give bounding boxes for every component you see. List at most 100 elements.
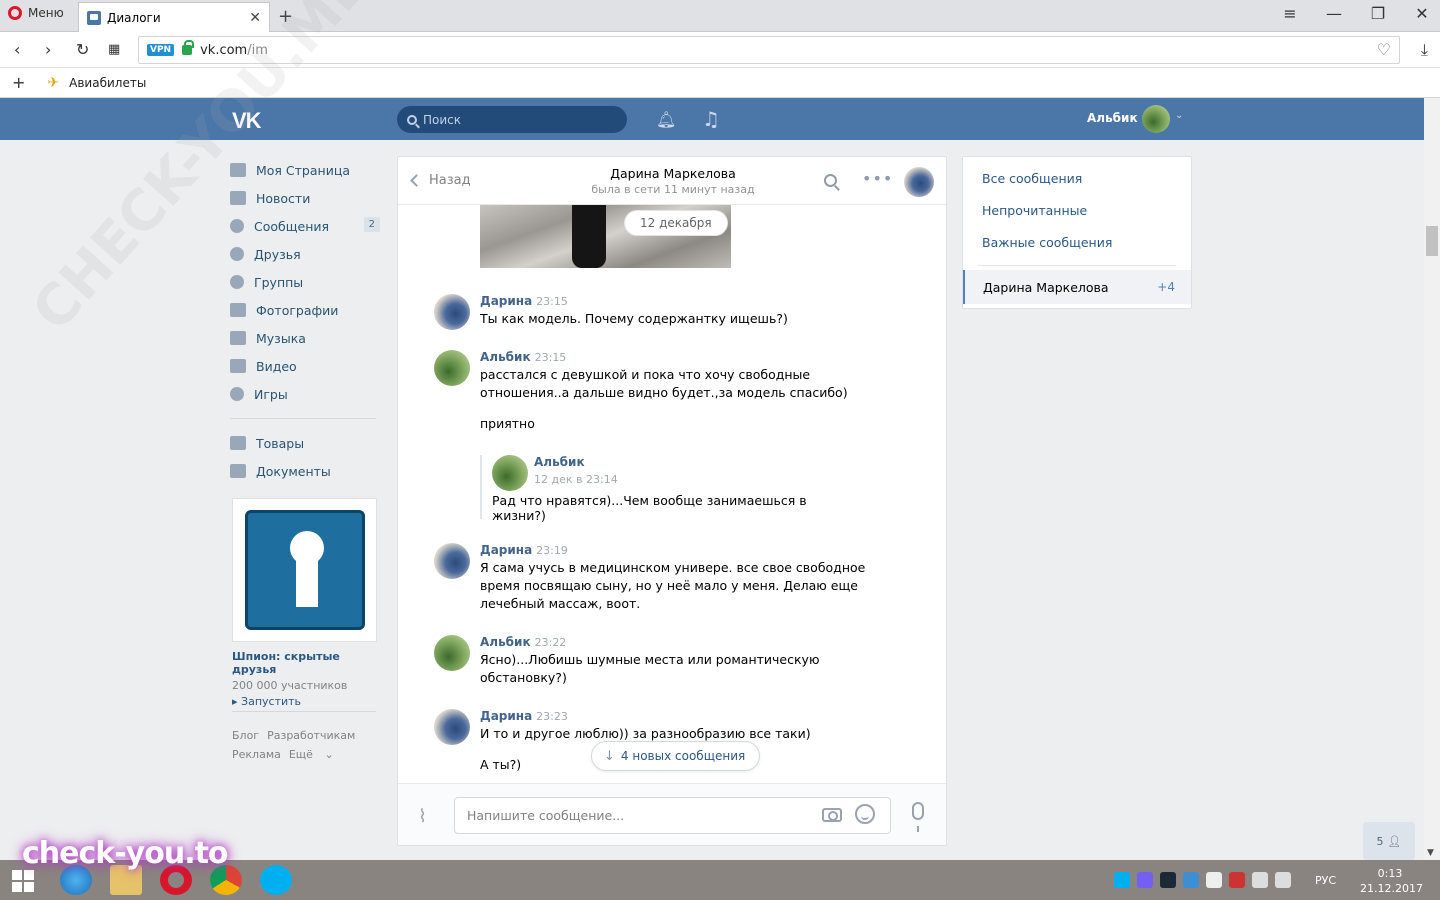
bell-icon[interactable]: 🔔︎ xyxy=(656,110,676,129)
ad-image[interactable] xyxy=(232,498,377,642)
minimize-icon[interactable]: — xyxy=(1326,4,1342,23)
message-text: Ты как модель. Почему содержантку ищешь?… xyxy=(480,311,788,326)
volume-icon[interactable] xyxy=(1275,872,1291,888)
language-indicator[interactable]: РУС xyxy=(1315,874,1336,887)
message-author[interactable]: Альбик xyxy=(480,350,531,364)
more-actions-icon[interactable]: ••• xyxy=(862,169,893,188)
taskbar-clock[interactable]: 0:13 21.12.2017 xyxy=(1360,866,1423,896)
footer-dev-link[interactable]: Разработчикам xyxy=(267,729,355,742)
vk-logo[interactable]: VK xyxy=(232,108,262,134)
microphone-icon[interactable] xyxy=(912,802,924,832)
message-time[interactable]: 23:23 xyxy=(536,710,568,723)
paperclip-icon[interactable]: ⌇ xyxy=(418,806,427,827)
message-author[interactable]: Дарина xyxy=(480,709,532,723)
chevron-down-icon[interactable]: ⌄ xyxy=(1175,110,1183,121)
person-icon: 👤︎ xyxy=(1387,834,1402,848)
message-avatar[interactable] xyxy=(434,635,470,671)
ad-launch-link[interactable]: ▸ Запустить xyxy=(232,695,377,708)
tab-close-icon[interactable]: ✕ xyxy=(249,10,261,26)
message-author[interactable]: Дарина xyxy=(480,294,532,308)
opera-menu-button[interactable]: Меню xyxy=(8,6,64,20)
header-user-name[interactable]: Альбик xyxy=(1087,111,1138,125)
page-scrollbar[interactable]: ▼ xyxy=(1424,98,1440,860)
messages-count-badge: 2 xyxy=(363,217,380,232)
security-tray-icon[interactable] xyxy=(1229,872,1245,888)
message-avatar[interactable] xyxy=(434,350,470,386)
person-icon xyxy=(230,247,244,261)
chat-search-icon[interactable] xyxy=(824,174,837,187)
search-box[interactable] xyxy=(397,106,627,133)
message-avatar[interactable] xyxy=(434,709,470,745)
music-note-icon[interactable]: ♫ xyxy=(702,107,720,131)
plane-icon: ✈ xyxy=(47,74,60,91)
back-arrow-icon[interactable]: ‹ xyxy=(14,40,20,59)
lock-icon[interactable] xyxy=(182,40,195,55)
url-field[interactable]: VPN vk.com/im ♡ xyxy=(138,36,1400,64)
emoji-icon[interactable] xyxy=(855,804,875,824)
peer-avatar[interactable] xyxy=(904,167,934,197)
menu-item-music[interactable]: Музыка xyxy=(230,324,380,352)
online-friends-badge[interactable]: 5 👤︎ xyxy=(1363,822,1415,860)
steam-tray-icon[interactable] xyxy=(1160,872,1176,888)
restore-icon[interactable]: ❐ xyxy=(1370,4,1386,23)
message-avatar[interactable] xyxy=(434,294,470,330)
scroll-down-icon[interactable]: ▼ xyxy=(1427,848,1434,858)
menu-item-my-page[interactable]: Моя Страница xyxy=(230,156,380,184)
footer-blog-link[interactable]: Блог xyxy=(232,729,259,742)
header-avatar[interactable] xyxy=(1142,105,1170,133)
new-tab-icon[interactable]: + xyxy=(278,6,293,27)
forwarded-author[interactable]: Альбик xyxy=(534,455,585,469)
display-tray-icon[interactable] xyxy=(1252,872,1268,888)
reload-icon[interactable]: ↻ xyxy=(76,40,89,59)
app-tray-icon[interactable] xyxy=(1183,872,1199,888)
footer-ads-link[interactable]: Реклама xyxy=(232,748,281,761)
message-author[interactable]: Альбик xyxy=(480,635,531,649)
filter-unread[interactable]: Непрочитанные xyxy=(963,194,1191,226)
message-text: расстался с девушкой и пока что хочу сво… xyxy=(480,367,848,400)
home-icon xyxy=(230,163,246,177)
ad-title[interactable]: Шпион: скрытые друзья xyxy=(232,650,377,676)
message-time[interactable]: 23:19 xyxy=(536,544,568,557)
menu-item-documents[interactable]: Документы xyxy=(230,457,380,485)
browser-tab-dialogs[interactable]: Диалоги ✕ xyxy=(78,2,270,32)
filter-important[interactable]: Важные сообщения xyxy=(963,226,1191,258)
skype-tray-icon[interactable] xyxy=(1114,872,1130,888)
speed-dial-icon[interactable]: ▦ xyxy=(108,42,120,57)
menu-item-games[interactable]: Игры xyxy=(230,380,380,408)
scrollbar-thumb[interactable] xyxy=(1426,226,1438,256)
forwarded-date[interactable]: 12 дек в 23:14 xyxy=(534,473,618,486)
network-tray-icon[interactable] xyxy=(1206,872,1222,888)
message-avatar[interactable] xyxy=(434,543,470,579)
footer-more-link[interactable]: Ещё ⌄ xyxy=(289,748,334,761)
download-icon[interactable]: ⤓ xyxy=(1421,40,1428,60)
menu-item-news[interactable]: Новости xyxy=(230,184,380,212)
menu-item-messages[interactable]: Сообщения 2 xyxy=(230,212,380,240)
menu-item-goods[interactable]: Товары xyxy=(230,429,380,457)
bookmark-flights[interactable]: Авиабилеты xyxy=(69,76,146,90)
bookmark-heart-icon[interactable]: ♡ xyxy=(1377,40,1391,59)
filter-all-messages[interactable]: Все сообщения xyxy=(963,162,1191,194)
menu-item-groups[interactable]: Группы xyxy=(230,268,380,296)
chat-bubble-icon xyxy=(230,219,244,233)
skype-icon[interactable] xyxy=(260,865,292,895)
search-input[interactable] xyxy=(423,112,613,127)
url-text[interactable]: vk.com/im xyxy=(200,43,268,58)
close-window-icon[interactable]: ✕ xyxy=(1414,4,1430,23)
tabs-menu-icon[interactable]: ≡ xyxy=(1282,4,1298,23)
windows-start-icon[interactable] xyxy=(12,870,34,892)
menu-item-photos[interactable]: Фотографии xyxy=(230,296,380,324)
camera-icon[interactable] xyxy=(822,808,842,822)
message-author[interactable]: Дарина xyxy=(480,543,532,557)
add-bookmark-icon[interactable]: + xyxy=(12,73,25,92)
forwarded-avatar[interactable] xyxy=(492,455,528,491)
menu-item-video[interactable]: Видео xyxy=(230,352,380,380)
vpn-badge[interactable]: VPN xyxy=(147,44,175,56)
message-time[interactable]: 23:15 xyxy=(535,351,567,364)
viber-tray-icon[interactable] xyxy=(1137,872,1153,888)
message-time[interactable]: 23:22 xyxy=(535,636,567,649)
new-messages-button[interactable]: ↓ 4 новых сообщения xyxy=(591,741,761,771)
active-dialog-item[interactable]: Дарина Маркелова +4 xyxy=(963,270,1191,304)
forward-arrow-icon[interactable]: › xyxy=(45,40,51,59)
message-time[interactable]: 23:15 xyxy=(536,295,568,308)
menu-item-friends[interactable]: Друзья xyxy=(230,240,380,268)
